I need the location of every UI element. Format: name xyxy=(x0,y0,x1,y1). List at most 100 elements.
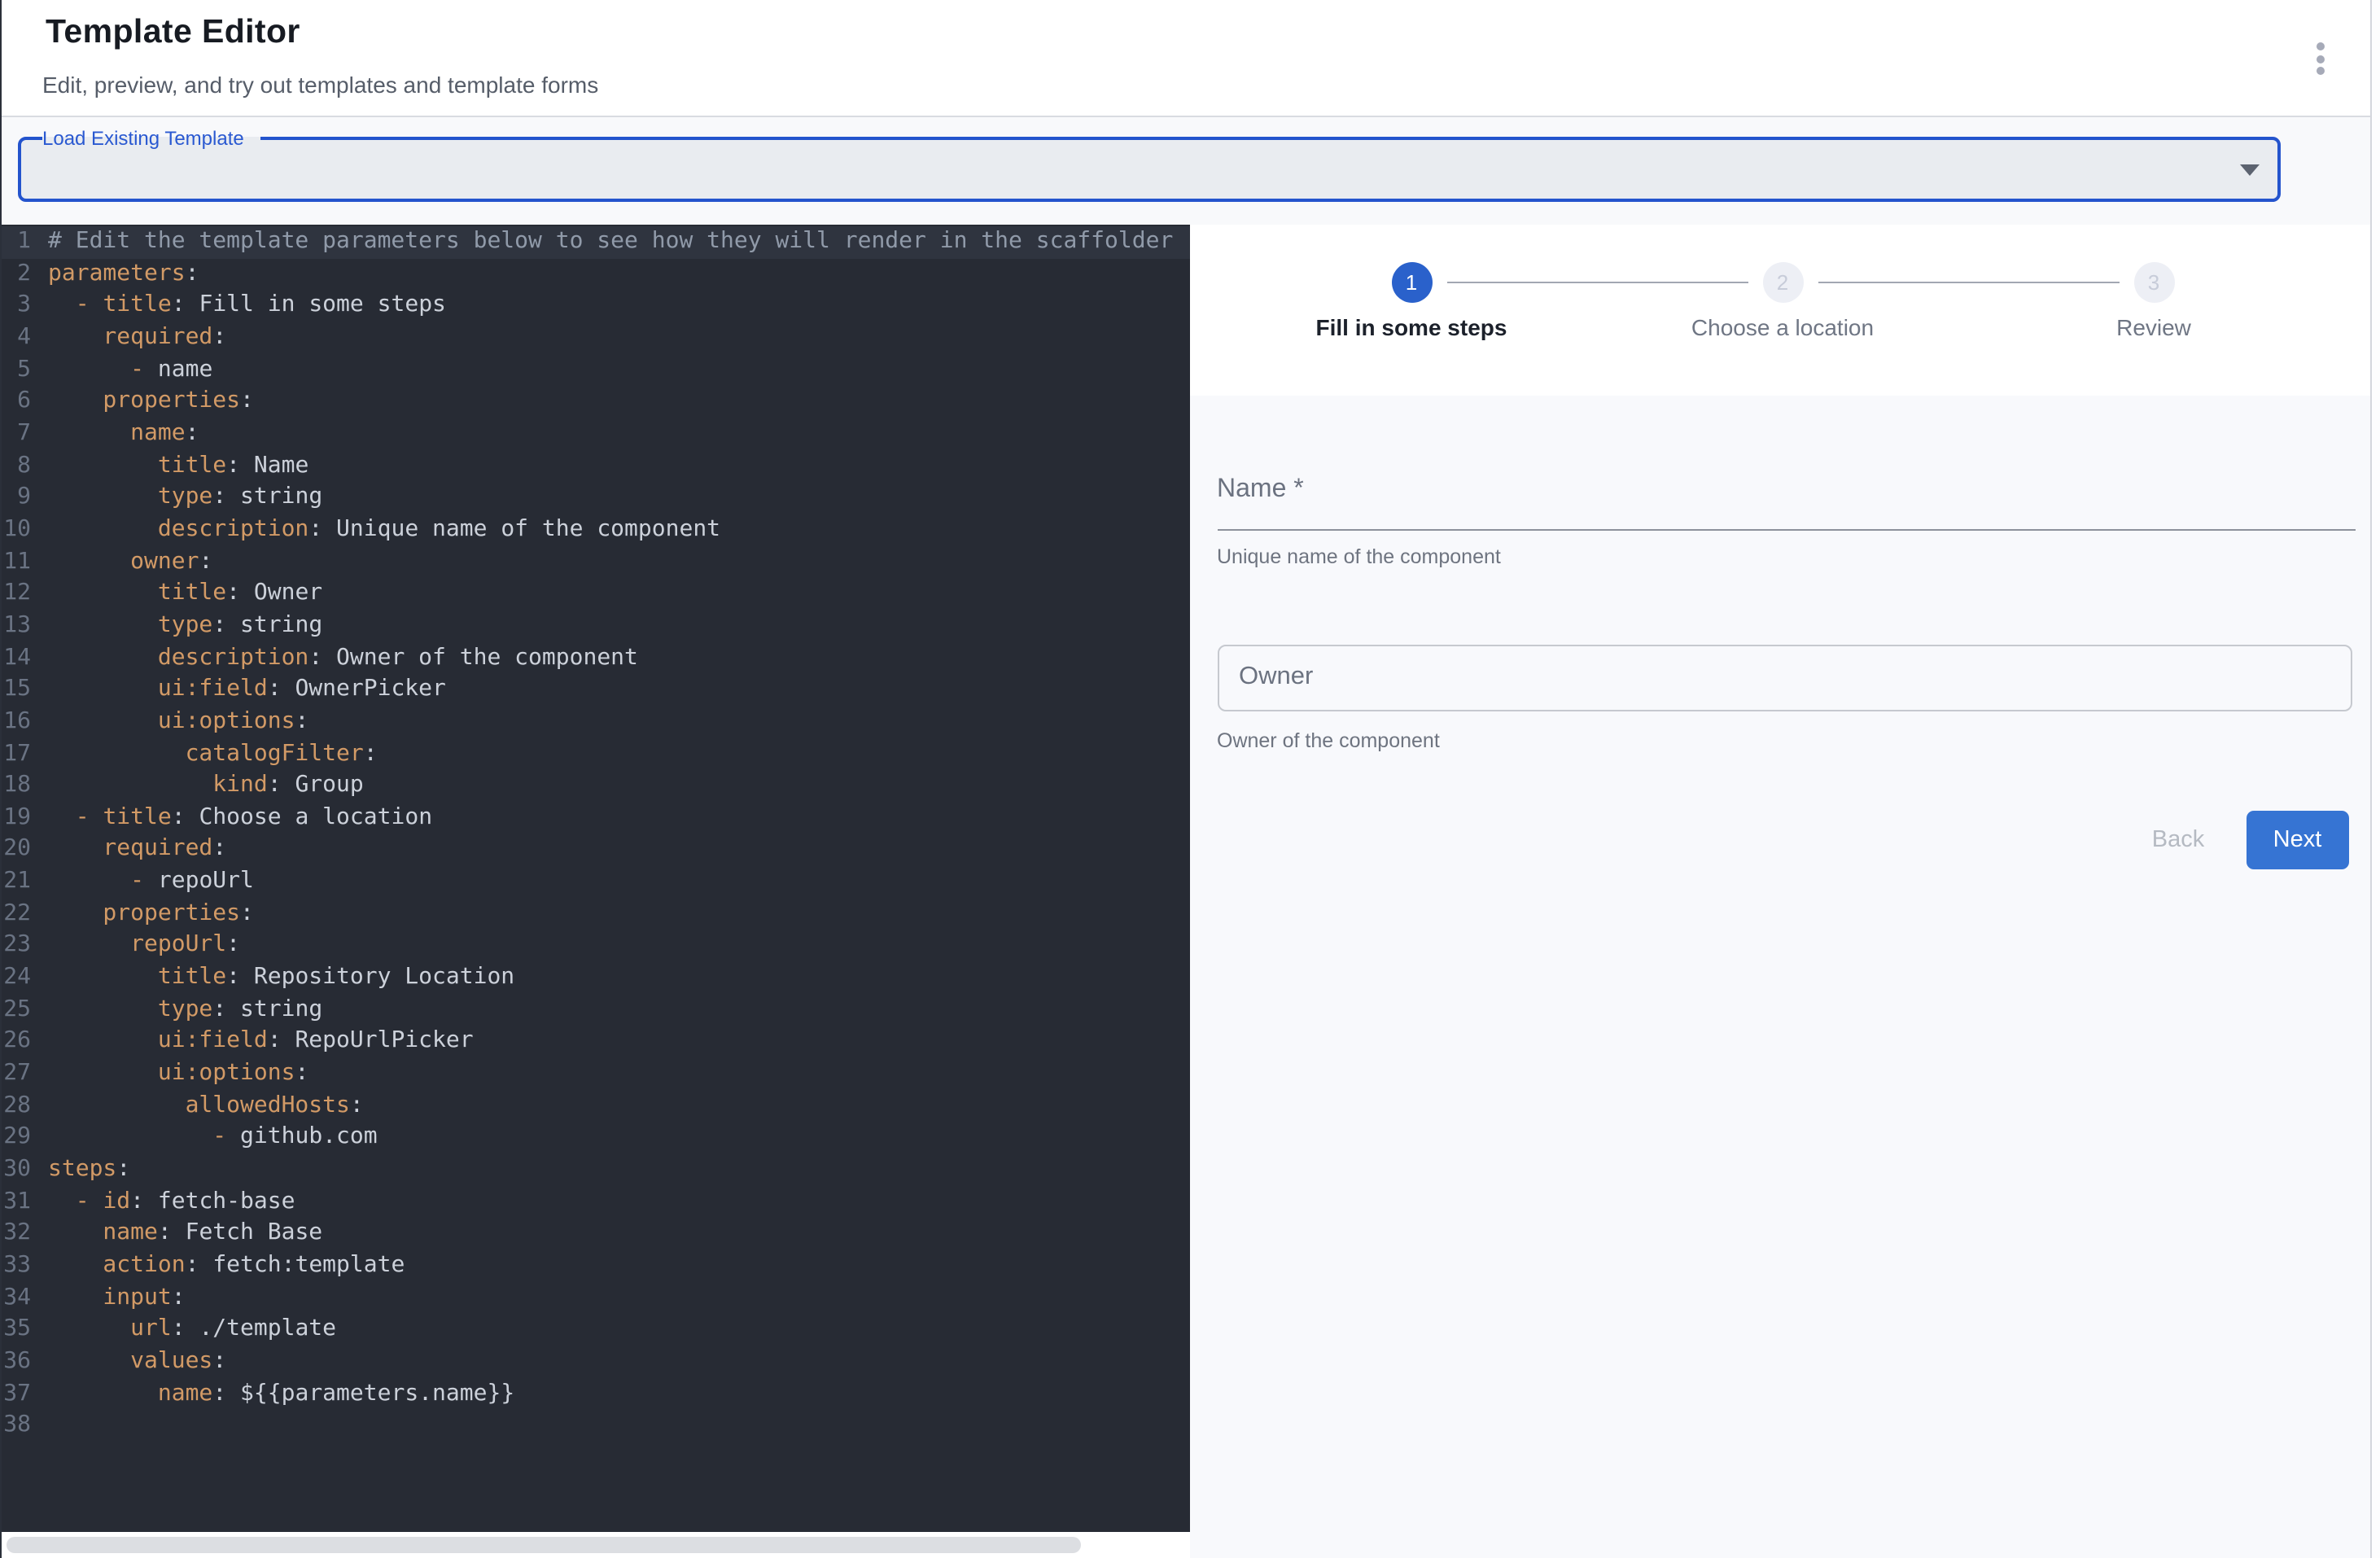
editor-line: 31 - id: fetch-base xyxy=(0,1186,1190,1218)
line-number: 4 xyxy=(0,322,31,354)
line-number: 5 xyxy=(0,354,31,386)
line-number: 37 xyxy=(0,1378,31,1410)
line-number: 1 xyxy=(0,226,31,258)
editor-line: 13 type: string xyxy=(0,611,1190,642)
line-number: 2 xyxy=(0,258,31,290)
line-number: 18 xyxy=(0,770,31,802)
line-number: 24 xyxy=(0,962,31,994)
line-number: 38 xyxy=(0,1411,31,1442)
line-number: 10 xyxy=(0,514,31,546)
line-number: 30 xyxy=(0,1154,31,1186)
editor-line: 32 name: Fetch Base xyxy=(0,1219,1190,1250)
editor-line: 14 description: Owner of the component xyxy=(0,642,1190,674)
scrollbar-thumb[interactable] xyxy=(7,1537,1081,1553)
line-number: 21 xyxy=(0,866,31,898)
owner-helper-text: Owner of the component xyxy=(1217,729,1440,752)
editor-line: 7 name: xyxy=(0,418,1190,450)
header: Template Editor Edit, preview, and try o… xyxy=(0,0,2370,116)
editor-lines: 1# Edit the template parameters below to… xyxy=(0,225,1190,1442)
owner-field-placeholder: Owner xyxy=(1239,646,1313,709)
line-number: 14 xyxy=(0,642,31,674)
kebab-icon xyxy=(2316,42,2324,50)
line-number: 17 xyxy=(0,738,31,770)
step-number-badge: 1 xyxy=(1391,262,1432,303)
line-number: 36 xyxy=(0,1346,31,1378)
line-number: 25 xyxy=(0,995,31,1026)
editor-line: 21 - repoUrl xyxy=(0,866,1190,898)
line-number: 7 xyxy=(0,418,31,450)
editor-line: 4 required: xyxy=(0,322,1190,354)
editor-line: 22 properties: xyxy=(0,899,1190,930)
step-label: Review xyxy=(1975,313,2333,339)
line-number: 34 xyxy=(0,1282,31,1314)
editor-line: 15 ui:field: OwnerPicker xyxy=(0,674,1190,706)
stepper-step: 1 Fill in some steps xyxy=(1232,225,1590,339)
page-right-gutter xyxy=(2372,0,2380,1558)
editor-line: 9 type: string xyxy=(0,483,1190,514)
editor-line: 33 action: fetch:template xyxy=(0,1250,1190,1282)
line-number: 9 xyxy=(0,483,31,514)
editor-line: 2parameters: xyxy=(0,258,1190,290)
editor-line: 24 title: Repository Location xyxy=(0,962,1190,994)
line-number: 33 xyxy=(0,1250,31,1282)
load-existing-template-select[interactable]: Load Existing Template Load Existing Tem… xyxy=(18,137,2281,202)
editor-line: 18 kind: Group xyxy=(0,770,1190,802)
line-number: 22 xyxy=(0,899,31,930)
stepper-step: 2 Choose a location xyxy=(1603,225,1962,339)
line-number: 29 xyxy=(0,1123,31,1154)
line-number: 15 xyxy=(0,674,31,706)
name-input[interactable]: Name * xyxy=(1217,461,2355,534)
step-label: Fill in some steps xyxy=(1232,313,1590,339)
stepper-steps: 1 Fill in some steps 2 Choose a location 3Re… xyxy=(1190,225,2370,396)
page-title: Template Editor xyxy=(46,13,300,52)
code-editor[interactable]: 1# Edit the template parameters below to… xyxy=(0,225,1190,1532)
editor-line: 37 name: ${{parameters.name}} xyxy=(0,1378,1190,1410)
line-number: 28 xyxy=(0,1090,31,1122)
line-number: 32 xyxy=(0,1219,31,1250)
editor-line: 25 type: string xyxy=(0,995,1190,1026)
page-subtitle: Edit, preview, and try out templates and… xyxy=(42,72,598,98)
stepper-step: 3Review xyxy=(1975,225,2333,339)
editor-line: 19 - title: Choose a location xyxy=(0,803,1190,834)
editor-line: 12 title: Owner xyxy=(0,578,1190,610)
page-left-edge xyxy=(0,0,2,1558)
select-label: Load Existing Template xyxy=(42,126,244,149)
line-number: 19 xyxy=(0,803,31,834)
page-right-edge xyxy=(2370,0,2372,1558)
editor-line: 23 repoUrl: xyxy=(0,930,1190,962)
step-number-badge: 2 xyxy=(1762,262,1803,303)
editor-line: 10 description: Unique name of the compo… xyxy=(0,514,1190,546)
owner-input[interactable]: Owner xyxy=(1217,645,2352,711)
line-number: 3 xyxy=(0,291,31,322)
more-options-button[interactable] xyxy=(2297,36,2343,81)
editor-line: 28 allowedHosts: xyxy=(0,1090,1190,1122)
editor-line: 17 catalogFilter: xyxy=(0,738,1190,770)
editor-line: 27 ui:options: xyxy=(0,1058,1190,1090)
editor-line: 26 ui:field: RepoUrlPicker xyxy=(0,1026,1190,1058)
template-editor-page: Template Editor Edit, preview, and try o… xyxy=(0,0,2380,1558)
line-number: 11 xyxy=(0,546,31,578)
select-outline: Load Existing Template xyxy=(18,127,2281,202)
editor-line: 30steps: xyxy=(0,1154,1190,1186)
editor-line: 6 properties: xyxy=(0,387,1190,418)
editor-line: 11 owner: xyxy=(0,546,1190,578)
line-number: 35 xyxy=(0,1315,31,1346)
next-button[interactable]: Next xyxy=(2246,811,2349,869)
name-helper-text: Unique name of the component xyxy=(1217,545,1501,568)
editor-horizontal-scrollbar xyxy=(0,1532,1190,1558)
editor-line: 36 values: xyxy=(0,1346,1190,1378)
editor-line: 34 input: xyxy=(0,1282,1190,1314)
load-template-section: Load Existing Template Load Existing Tem… xyxy=(2,117,2370,225)
editor-line: 16 ui:options: xyxy=(0,707,1190,738)
editor-line: 20 required: xyxy=(0,834,1190,866)
line-number: 13 xyxy=(0,611,31,642)
line-number: 20 xyxy=(0,834,31,866)
form-area: Name * Unique name of the component Owne… xyxy=(1190,396,2370,1558)
name-field-underline xyxy=(1217,528,2355,531)
editor-line: 38 xyxy=(0,1411,1190,1442)
step-label: Choose a location xyxy=(1603,313,1962,339)
line-number: 12 xyxy=(0,578,31,610)
line-number: 26 xyxy=(0,1026,31,1058)
back-button[interactable]: Back xyxy=(2126,811,2230,869)
editor-line: 3 - title: Fill in some steps xyxy=(0,291,1190,322)
